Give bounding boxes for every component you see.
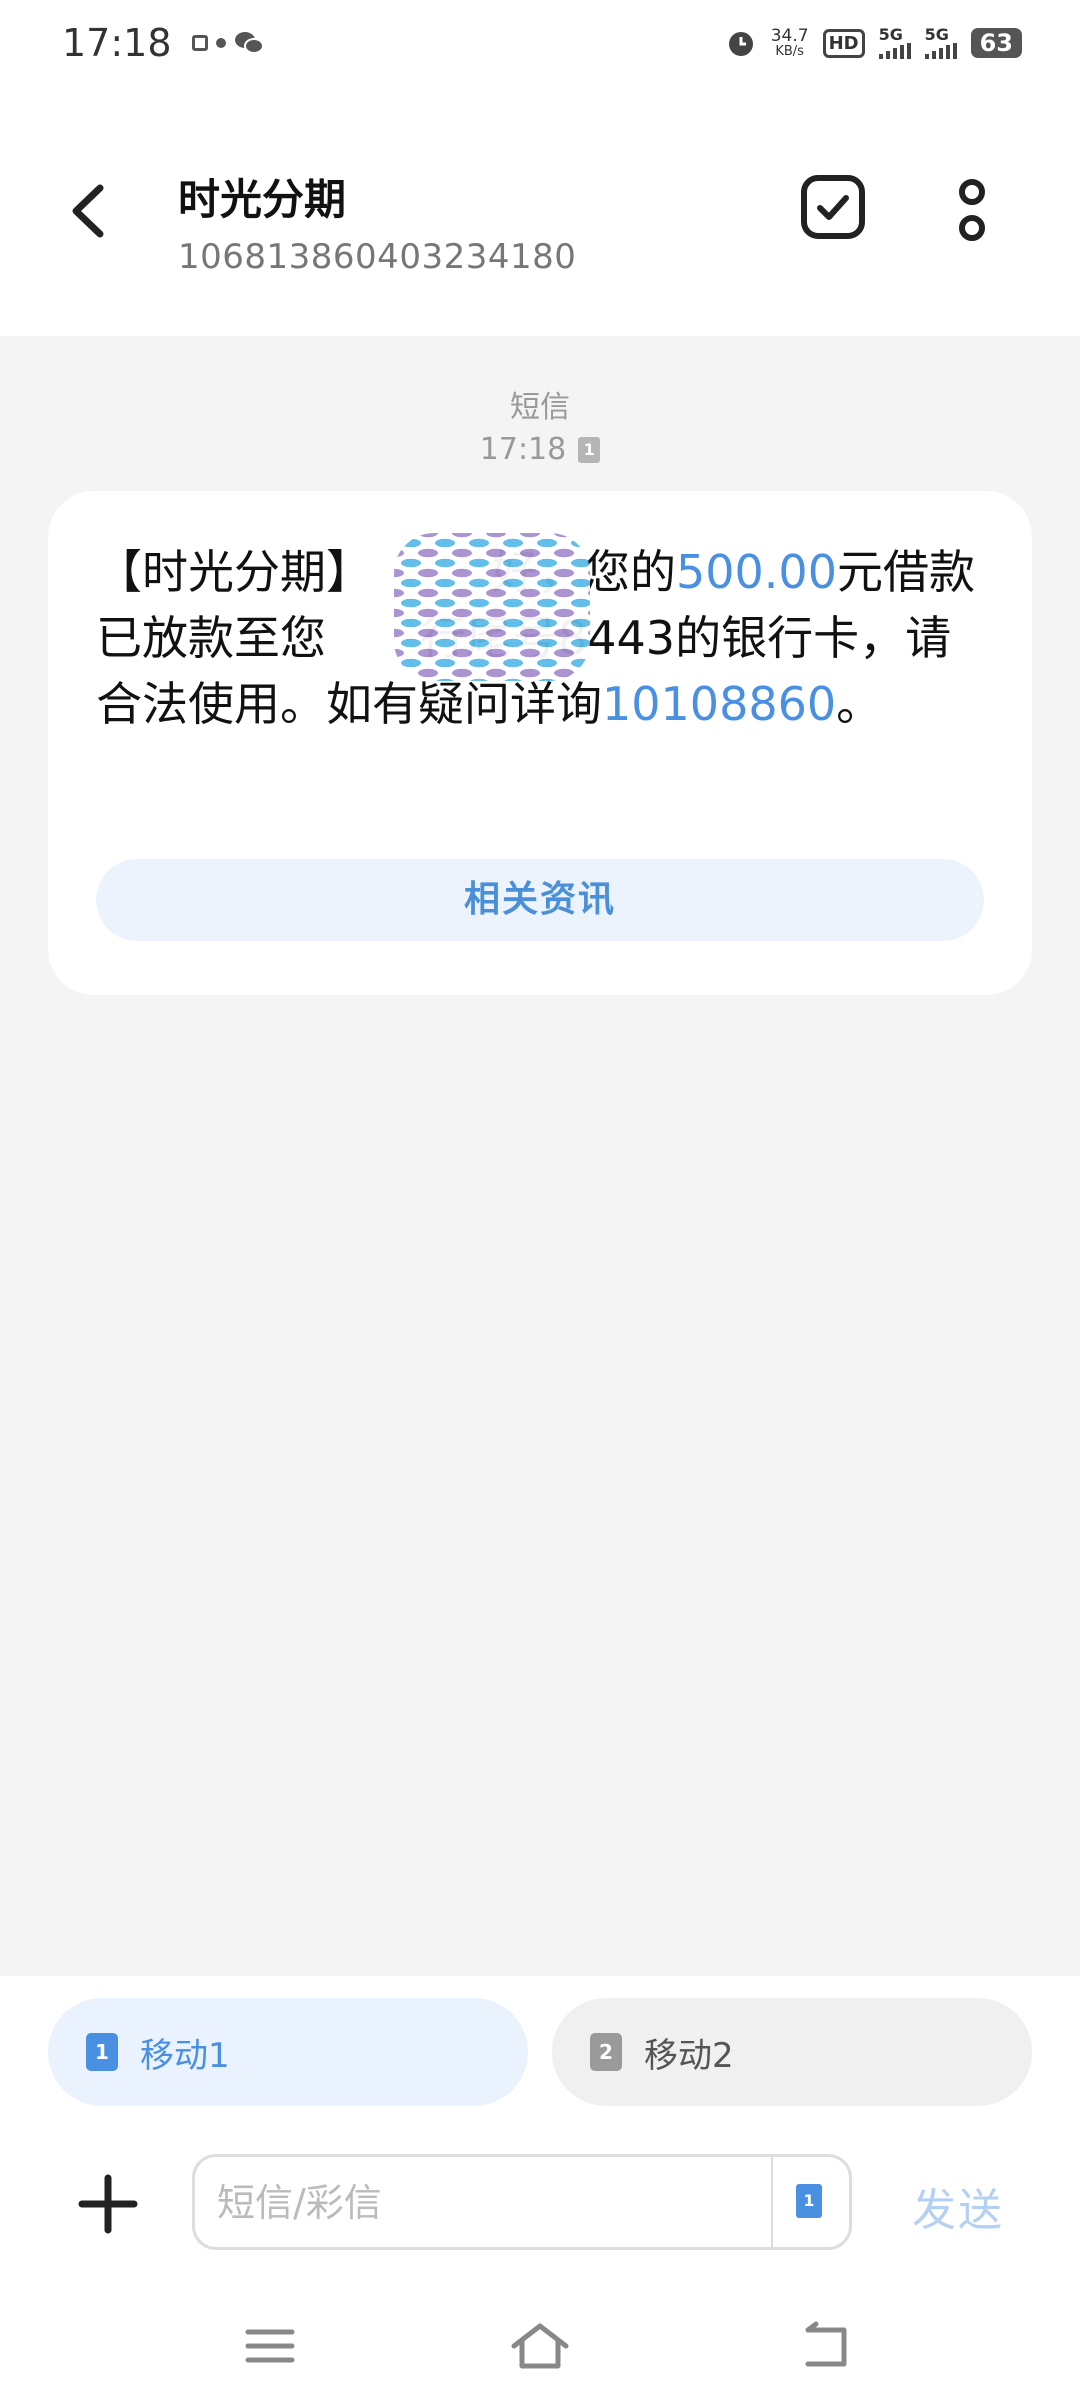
contact-number: 106813860403234180 xyxy=(178,237,577,277)
message-composer: 1 发送 xyxy=(0,2136,1080,2276)
signal-sim2: 5G xyxy=(924,25,957,59)
more-vertical-icon xyxy=(959,179,985,241)
network-speed: 34.7 KB/s xyxy=(770,26,809,59)
multi-select-button[interactable] xyxy=(800,174,866,240)
sim2-icon: 2 xyxy=(590,2033,622,2071)
home-button[interactable] xyxy=(508,2316,569,2376)
sim2-button[interactable]: 2 移动2 xyxy=(552,1998,1032,2106)
return-icon xyxy=(805,2321,847,2367)
signal-bars-icon xyxy=(878,43,911,59)
message-input-container: 1 xyxy=(192,2154,852,2250)
battery-icon: 63 xyxy=(970,28,1022,58)
amount-link[interactable]: 500.00 xyxy=(676,545,837,599)
contact-info: 时光分期 106813860403234180 xyxy=(178,166,576,277)
sim-indicator-icon: 1 xyxy=(578,436,601,463)
sms-conversation-screen: 17:18 34.7 KB/s HD 5G 5G 63 时光分期 1068138… xyxy=(0,0,1080,2408)
send-button[interactable]: 发送 xyxy=(912,2174,1004,2238)
message-text-part: 。 xyxy=(836,677,883,731)
sim1-icon: 1 xyxy=(86,2033,118,2071)
dot-icon xyxy=(215,38,226,48)
redaction-sticker xyxy=(394,533,590,681)
phone-number-link[interactable]: 10108860 xyxy=(602,677,836,731)
system-nav-bar xyxy=(0,2276,1080,2408)
sim-selector: 1 移动1 2 移动2 xyxy=(0,1976,1080,2136)
recent-apps-button[interactable] xyxy=(240,2316,300,2376)
back-button[interactable] xyxy=(62,176,112,246)
home-icon xyxy=(511,2323,569,2369)
status-bar: 17:18 34.7 KB/s HD 5G 5G 63 xyxy=(0,0,1080,86)
message-input[interactable] xyxy=(215,2157,759,2249)
sim2-label: 移动2 xyxy=(644,2035,734,2076)
wechat-icon xyxy=(234,32,264,54)
network-type-2: 5G xyxy=(924,25,949,44)
sim-switch-icon[interactable]: 1 xyxy=(796,2184,822,2218)
system-back-button[interactable] xyxy=(796,2316,856,2376)
notification-icons xyxy=(191,30,264,56)
hd-volte-icon: HD xyxy=(822,28,865,58)
menu-icon xyxy=(245,2329,295,2363)
signal-sim1: 5G xyxy=(878,25,911,59)
app-notification-icon xyxy=(191,35,208,51)
add-attachment-button[interactable] xyxy=(78,2174,138,2234)
message-bubble[interactable]: 【时光分期】好，您的500.00元借款已放款至您行尾号8443的银行卡，请合法使… xyxy=(48,491,1032,995)
conversation-header: 时光分期 106813860403234180 xyxy=(0,86,1080,336)
more-options-button[interactable] xyxy=(955,178,989,244)
contact-name: 时光分期 xyxy=(178,175,347,224)
signal-bars-icon xyxy=(924,43,957,59)
message-meta: 短信 17:18 1 xyxy=(0,382,1080,467)
message-type: 短信 xyxy=(510,390,570,425)
plus-icon xyxy=(78,2174,138,2234)
input-divider xyxy=(771,2157,773,2247)
speed-value: 34.7 xyxy=(770,26,809,46)
status-time: 17:18 xyxy=(62,21,172,65)
checkbox-icon xyxy=(801,175,865,239)
alarm-icon xyxy=(728,32,753,56)
speed-unit: KB/s xyxy=(775,44,804,59)
message-time: 17:18 xyxy=(479,432,567,467)
message-text-part: 【时光分期】 xyxy=(96,545,372,599)
back-arrow-icon xyxy=(72,184,104,238)
sim1-button[interactable]: 1 移动1 xyxy=(48,1998,528,2106)
sim1-label: 移动1 xyxy=(140,2035,230,2076)
conversation-area[interactable]: 短信 17:18 1 【时光分期】好，您的500.00元借款已放款至您行尾号84… xyxy=(0,336,1080,1976)
related-news-button[interactable]: 相关资讯 xyxy=(96,859,984,941)
network-type-1: 5G xyxy=(878,25,903,44)
